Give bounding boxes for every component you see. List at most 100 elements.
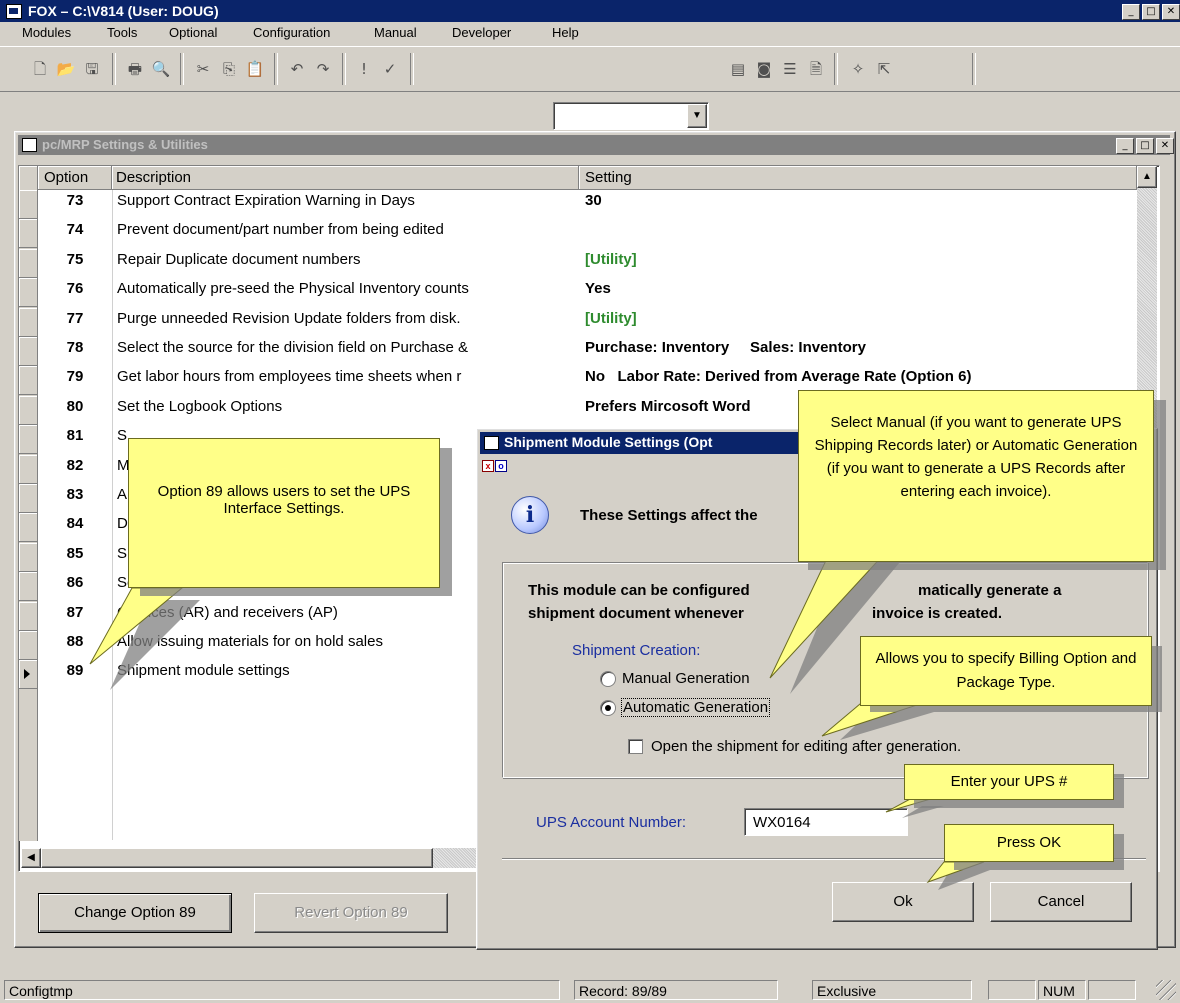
cell-setting[interactable]: No Labor Rate: Derived from Average Rate… (585, 368, 1125, 385)
row-selector[interactable] (19, 601, 38, 631)
cell-option[interactable]: 87 (38, 604, 112, 621)
cell-description[interactable]: Purge unneeded Revision Update folders f… (117, 310, 579, 327)
app-titlebar[interactable]: FOX – C:\V814 (User: DOUG) _ □ ✕ (0, 0, 1180, 22)
ok-button[interactable]: Ok (832, 882, 974, 922)
properties-icon[interactable]: ☰ (780, 59, 800, 79)
cell-description[interactable]: Select the source for the division field… (117, 339, 579, 356)
menu-developer[interactable]: Developer (452, 25, 511, 40)
row-selector[interactable] (19, 307, 38, 337)
menu-help[interactable]: Help (552, 25, 579, 40)
row-selector[interactable] (19, 660, 38, 690)
paste-icon[interactable]: 📋 (245, 59, 265, 79)
cell-option[interactable]: 74 (38, 221, 112, 238)
row-selector[interactable] (19, 395, 38, 425)
ups-account-input[interactable]: WX0164 (744, 808, 908, 836)
close-icon[interactable]: ✕ (1162, 4, 1180, 20)
cell-description[interactable]: Automatically pre-seed the Physical Inve… (117, 280, 579, 297)
row-selector[interactable] (19, 572, 38, 602)
cell-option[interactable]: 80 (38, 398, 112, 415)
settings-window-titlebar[interactable]: pc/MRP Settings & Utilities _ □ ✕ (18, 135, 1174, 155)
cell-option[interactable]: 86 (38, 574, 112, 591)
cell-option[interactable]: 89 (38, 662, 112, 679)
toolbar-combo[interactable]: ▼ (553, 102, 709, 130)
row-selector[interactable] (19, 484, 38, 513)
radio-manual[interactable]: Manual Generation (600, 670, 750, 687)
cell-option[interactable]: 82 (38, 457, 112, 474)
menu-optional[interactable]: Optional (169, 25, 217, 40)
cell-description[interactable]: Prevent document/part number from being … (117, 221, 579, 238)
menu-configuration[interactable]: Configuration (253, 25, 330, 40)
close-icon[interactable]: ✕ (1156, 138, 1174, 154)
new-icon[interactable]: 🗋 (30, 59, 50, 79)
redo-icon[interactable]: ↷ (313, 59, 333, 79)
database-icon[interactable]: ◙ (754, 59, 774, 79)
cell-setting[interactable]: 30 (585, 192, 1125, 209)
cell-option[interactable]: 79 (38, 368, 112, 385)
column-header-setting[interactable]: Setting (579, 166, 1137, 190)
exclamation-icon[interactable]: ! (354, 59, 374, 79)
change-option-button[interactable]: Change Option 89 (38, 893, 232, 933)
row-selector[interactable] (19, 337, 38, 366)
cell-setting[interactable]: [Utility] (585, 310, 1125, 327)
cell-setting[interactable]: Purchase: Inventory Sales: Inventory (585, 339, 1125, 356)
maximize-icon[interactable]: □ (1136, 138, 1154, 154)
revert-option-button[interactable]: Revert Option 89 (254, 893, 448, 933)
menu-modules[interactable]: Modules (22, 25, 71, 40)
close-mini-icon[interactable]: x (482, 460, 494, 472)
export-icon[interactable]: ⇱ (874, 59, 894, 79)
form-icon[interactable]: ▤ (728, 59, 748, 79)
cell-setting[interactable]: [Utility] (585, 251, 1125, 268)
option-mini-icon[interactable]: o (495, 460, 507, 472)
column-header-option[interactable]: Option (38, 166, 112, 190)
cell-option[interactable]: 75 (38, 251, 112, 268)
save-icon[interactable]: 🖫 (82, 59, 102, 79)
cell-description[interactable]: Repair Duplicate document numbers (117, 251, 579, 268)
cell-option[interactable]: 78 (38, 339, 112, 356)
cell-option[interactable]: 88 (38, 633, 112, 650)
cell-option[interactable]: 73 (38, 192, 112, 209)
minimize-icon[interactable]: _ (1116, 138, 1134, 154)
menu-manual[interactable]: Manual (374, 25, 417, 40)
open-shipment-checkbox[interactable]: Open the shipment for editing after gene… (628, 738, 961, 755)
report-icon[interactable]: 🗎 (806, 59, 826, 79)
chevron-down-icon[interactable]: ▼ (687, 104, 707, 128)
scroll-up-icon[interactable]: ▲ (1137, 166, 1157, 188)
menu-tools[interactable]: Tools (107, 25, 137, 40)
scroll-thumb[interactable] (41, 848, 433, 868)
radio-manual-circle[interactable] (600, 670, 616, 687)
row-selector[interactable] (19, 454, 38, 484)
open-icon[interactable]: 📂 (56, 59, 76, 79)
cell-description[interactable]: Get labor hours from employees time shee… (117, 368, 579, 385)
print-preview-icon[interactable]: 🔍 (151, 59, 171, 79)
scroll-left-icon[interactable]: ◀ (21, 848, 41, 868)
cell-description[interactable]: Support Contract Expiration Warning in D… (117, 192, 579, 209)
row-selector[interactable] (19, 190, 38, 219)
row-selector[interactable] (19, 631, 38, 660)
row-selector[interactable] (19, 219, 38, 249)
cell-option[interactable]: 77 (38, 310, 112, 327)
cell-description[interactable]: Set the Logbook Options (117, 398, 579, 415)
row-selector[interactable] (19, 542, 38, 572)
cell-option[interactable]: 76 (38, 280, 112, 297)
cell-option[interactable]: 84 (38, 515, 112, 532)
row-selector[interactable] (19, 248, 38, 278)
copy-icon[interactable]: ⎘ (219, 59, 239, 79)
row-selector[interactable] (19, 366, 38, 396)
minimize-icon[interactable]: _ (1122, 4, 1140, 20)
row-selector[interactable] (19, 425, 38, 455)
print-icon[interactable]: 🖶 (125, 59, 145, 79)
cell-setting[interactable]: Yes (585, 280, 1125, 297)
wizard-icon[interactable]: ✧ (848, 59, 868, 79)
cell-option[interactable]: 85 (38, 545, 112, 562)
cell-option[interactable]: 83 (38, 486, 112, 503)
cut-icon[interactable]: ✂ (193, 59, 213, 79)
radio-automatic[interactable]: Automatic Generation (600, 698, 771, 717)
cell-option[interactable]: 81 (38, 427, 112, 444)
maximize-icon[interactable]: □ (1142, 4, 1160, 20)
radio-automatic-circle[interactable] (600, 699, 616, 716)
cancel-button[interactable]: Cancel (990, 882, 1132, 922)
spell-check-icon[interactable]: ✓ (380, 59, 400, 79)
undo-icon[interactable]: ↶ (287, 59, 307, 79)
resize-grip-icon[interactable] (1156, 980, 1176, 1000)
open-shipment-check-box[interactable] (628, 739, 643, 754)
